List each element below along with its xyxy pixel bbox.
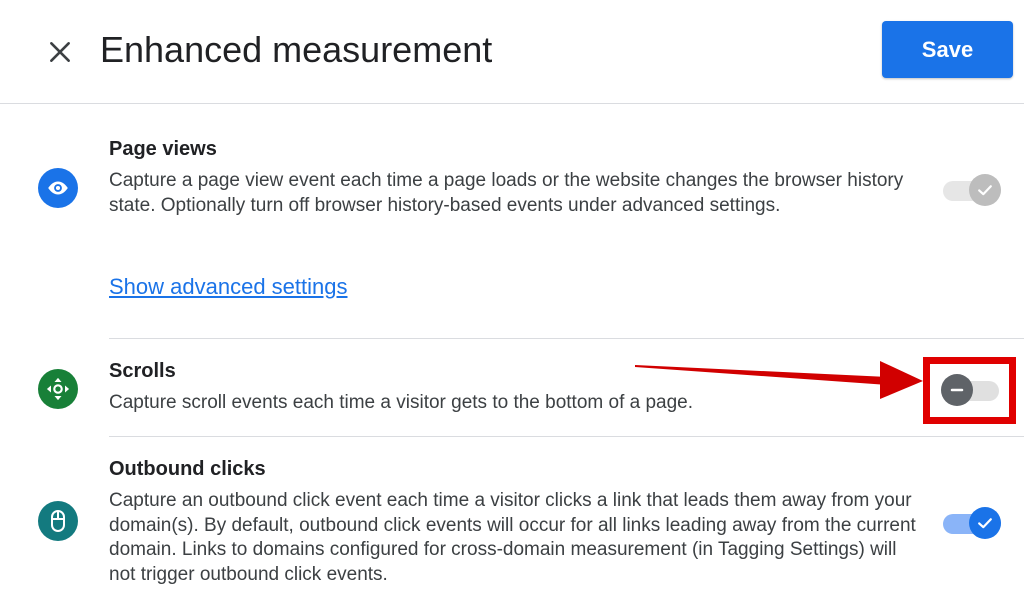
check-icon bbox=[978, 518, 992, 529]
setting-title: Page views bbox=[109, 138, 217, 160]
mouse-icon bbox=[38, 501, 78, 541]
page-views-toggle[interactable] bbox=[943, 172, 1003, 208]
save-button[interactable]: Save bbox=[882, 21, 1013, 78]
close-icon bbox=[50, 42, 70, 62]
show-advanced-settings-link[interactable]: Show advanced settings bbox=[109, 274, 348, 300]
highlight-box bbox=[923, 357, 1016, 424]
setting-title: Scrolls bbox=[109, 360, 176, 382]
divider bbox=[109, 436, 1024, 437]
dialog-header: Enhanced measurement Save bbox=[0, 0, 1024, 104]
annotation-arrow-icon bbox=[635, 361, 923, 399]
toggle-thumb bbox=[969, 174, 1001, 206]
setting-description: Capture an outbound click event each tim… bbox=[109, 490, 916, 585]
eye-icon bbox=[38, 168, 78, 208]
check-icon bbox=[978, 185, 992, 196]
toggle-thumb bbox=[969, 507, 1001, 539]
scroll-arrows-icon bbox=[38, 369, 78, 409]
setting-title: Outbound clicks bbox=[109, 458, 266, 480]
setting-description: Capture a page view event each time a pa… bbox=[109, 170, 904, 216]
close-button[interactable] bbox=[40, 32, 80, 72]
page-title: Enhanced measurement bbox=[100, 29, 493, 70]
outbound-clicks-toggle[interactable] bbox=[943, 505, 1003, 541]
divider bbox=[109, 338, 1024, 339]
